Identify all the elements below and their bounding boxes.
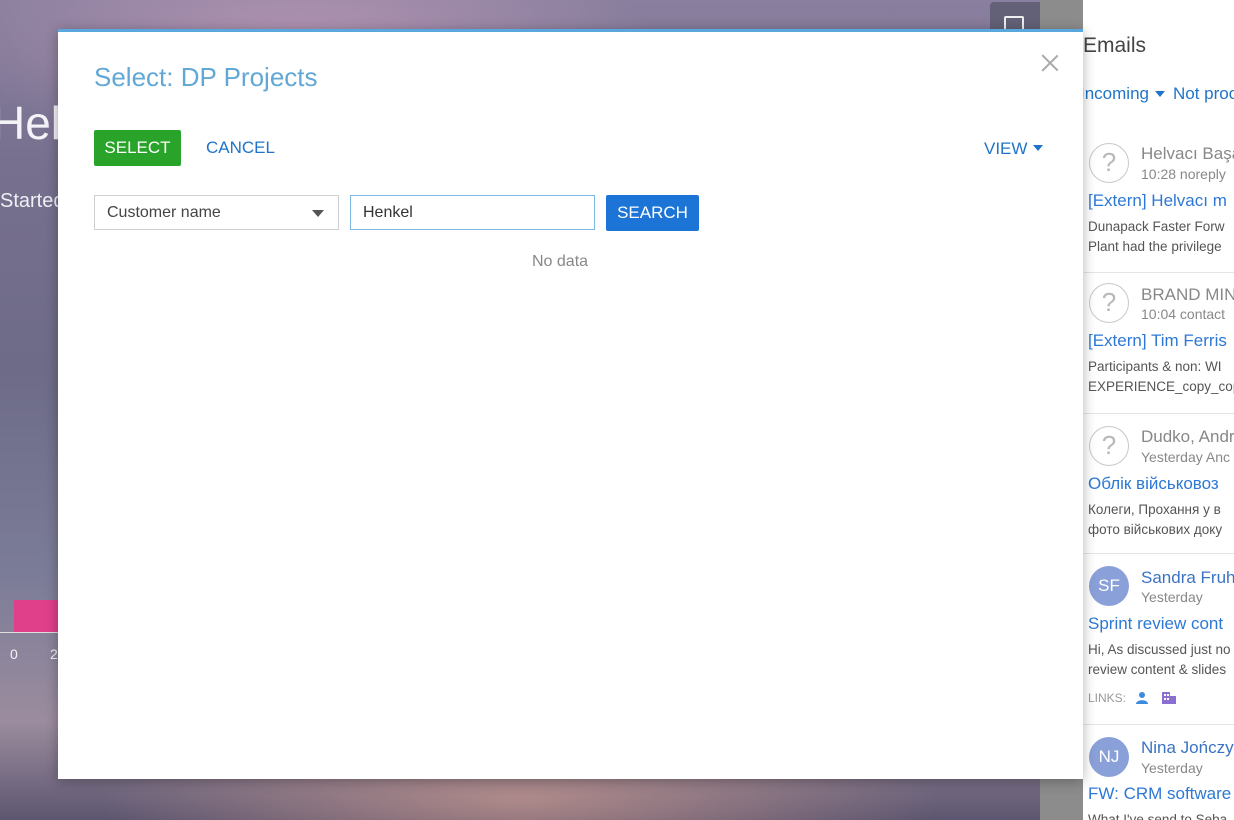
email-subject[interactable]: [Extern] Helvacı m: [1088, 191, 1227, 211]
email-preview: What I've send to Seba: [1088, 812, 1228, 820]
unknown-contact-icon: ?: [1089, 426, 1129, 466]
select-dialog: Select: DP Projects SELECT CANCEL VIEW C…: [58, 29, 1083, 779]
email-preview: Participants & non: WI EXPERIENCE_copy_c…: [1088, 359, 1234, 394]
email-list-item[interactable]: ? Dudko, Andr Yesterday Anc Облік військ…: [1084, 423, 1234, 554]
view-menu-button[interactable]: VIEW: [984, 131, 1044, 167]
search-button[interactable]: SEARCH: [606, 195, 699, 231]
email-links: LINKS:: [1088, 691, 1177, 705]
email-preview: Dunapack Faster Forw Plant had the privi…: [1088, 219, 1225, 254]
background-chart-tick: 2: [50, 646, 58, 662]
filter-column-value: Customer name: [107, 204, 221, 221]
email-subject[interactable]: [Extern] Tim Ferris: [1088, 331, 1227, 351]
filter-not-processed[interactable]: Not proc: [1173, 84, 1234, 103]
email-list-item[interactable]: ? Helvacı Başa 10:28 noreply [Extern] He…: [1084, 140, 1234, 273]
email-list-item[interactable]: ? BRAND MIND 10:04 contact [Extern] Tim …: [1084, 281, 1234, 414]
chevron-down-icon: [1154, 90, 1165, 97]
email-list-item[interactable]: SF Sandra Fruh Yesterday Sprint review c…: [1084, 563, 1234, 725]
contact-icon[interactable]: [1135, 691, 1149, 705]
background-chart-bar: [14, 600, 58, 632]
filter-column-select[interactable]: Customer name: [94, 195, 339, 230]
email-time: Yesterday Anc: [1141, 449, 1230, 465]
avatar: NJ: [1089, 737, 1129, 777]
background-chart-tick: 0: [10, 646, 18, 662]
email-sender[interactable]: Nina Jończyk: [1141, 738, 1234, 758]
chevron-down-icon: [312, 210, 324, 217]
empty-state-text: No data: [532, 253, 589, 270]
email-time: Yesterday: [1141, 760, 1203, 776]
email-subject[interactable]: FW: CRM software: [1088, 784, 1231, 804]
chevron-down-icon: [1033, 145, 1044, 152]
email-sender: Dudko, Andr: [1141, 427, 1234, 446]
email-preview: Hi, As discussed just no review content …: [1088, 642, 1231, 677]
select-button[interactable]: SELECT: [94, 130, 181, 166]
email-sender[interactable]: Sandra Fruh: [1141, 568, 1234, 588]
dialog-title: Select: DP Projects: [94, 62, 318, 92]
cancel-button[interactable]: CANCEL: [206, 130, 275, 166]
links-label: LINKS:: [1088, 691, 1127, 705]
avatar: SF: [1089, 566, 1129, 606]
view-label: VIEW: [984, 139, 1028, 158]
email-time: 10:28 noreply: [1141, 166, 1226, 182]
emails-panel-title: Emails: [1083, 34, 1147, 57]
email-time: Yesterday: [1141, 589, 1203, 605]
email-sender: Helvacı Başa: [1141, 144, 1234, 163]
filter-incoming[interactable]: Incoming: [1080, 84, 1149, 103]
email-list-item[interactable]: NJ Nina Jończyk Yesterday FW: CRM softwa…: [1084, 734, 1234, 820]
email-subject[interactable]: Sprint review cont: [1088, 614, 1223, 634]
background-chart-axis: [0, 632, 58, 633]
email-subject[interactable]: Облік військовоз: [1088, 474, 1219, 494]
search-input[interactable]: [350, 195, 595, 230]
email-time: 10:04 contact: [1141, 306, 1226, 322]
email-preview: Колеги, Прохання у в фото військових док…: [1088, 502, 1223, 537]
email-sender: BRAND MIND: [1141, 285, 1234, 304]
unknown-contact-icon: ?: [1089, 283, 1129, 323]
unknown-contact-icon: ?: [1089, 143, 1129, 183]
emails-filters: Incoming Not proc: [1080, 84, 1234, 104]
account-icon[interactable]: [1161, 691, 1177, 705]
close-icon[interactable]: [1039, 52, 1061, 74]
